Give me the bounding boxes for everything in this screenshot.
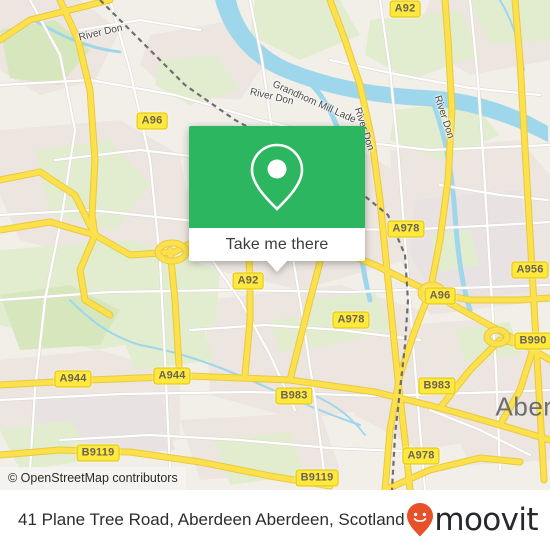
- road-shield[interactable]: A92: [232, 272, 264, 290]
- road-shield[interactable]: A96: [424, 287, 456, 305]
- road-shield[interactable]: A956: [511, 261, 549, 279]
- moovit-wordmark: moovit: [434, 501, 538, 538]
- road-shield[interactable]: B990: [514, 332, 550, 350]
- road-shield[interactable]: B9119: [295, 469, 339, 487]
- road-shield[interactable]: B983: [418, 377, 456, 395]
- road-shield[interactable]: A978: [402, 447, 440, 465]
- location-popup-card[interactable]: Take me there: [189, 126, 365, 272]
- moovit-smiley-pin-icon: [407, 503, 434, 537]
- map-attribution[interactable]: © OpenStreetMap contributors: [0, 467, 186, 490]
- road-shield[interactable]: A944: [153, 367, 191, 385]
- location-pin-icon: [250, 143, 304, 211]
- moovit-brand-logo[interactable]: moovit: [406, 501, 539, 538]
- popup-action-label: Take me there: [225, 235, 329, 253]
- map-screen: .land{fill:#f2efe9} .park{fill:#e2edd0} …: [0, 0, 550, 550]
- popup-action-button[interactable]: Take me there: [189, 228, 365, 261]
- footer-bar: 41 Plane Tree Road, Aberdeen Aberdeen, S…: [0, 490, 550, 550]
- road-shield[interactable]: B9119: [76, 444, 120, 462]
- road-shield[interactable]: A944: [54, 370, 92, 388]
- road-shield[interactable]: A96: [136, 112, 168, 130]
- road-shield[interactable]: B983: [275, 387, 313, 405]
- road-shield[interactable]: A978: [332, 311, 370, 329]
- map-viewport[interactable]: .land{fill:#f2efe9} .park{fill:#e2edd0} …: [0, 0, 550, 490]
- road-shield[interactable]: A978: [387, 220, 425, 238]
- road-shield[interactable]: A92: [389, 0, 421, 18]
- address-title: 41 Plane Tree Road, Aberdeen Aberdeen, S…: [18, 510, 405, 529]
- place-label-aberdeen: Aber: [495, 391, 550, 422]
- popup-header: [189, 126, 365, 228]
- popup-tail-pointer: [266, 260, 288, 272]
